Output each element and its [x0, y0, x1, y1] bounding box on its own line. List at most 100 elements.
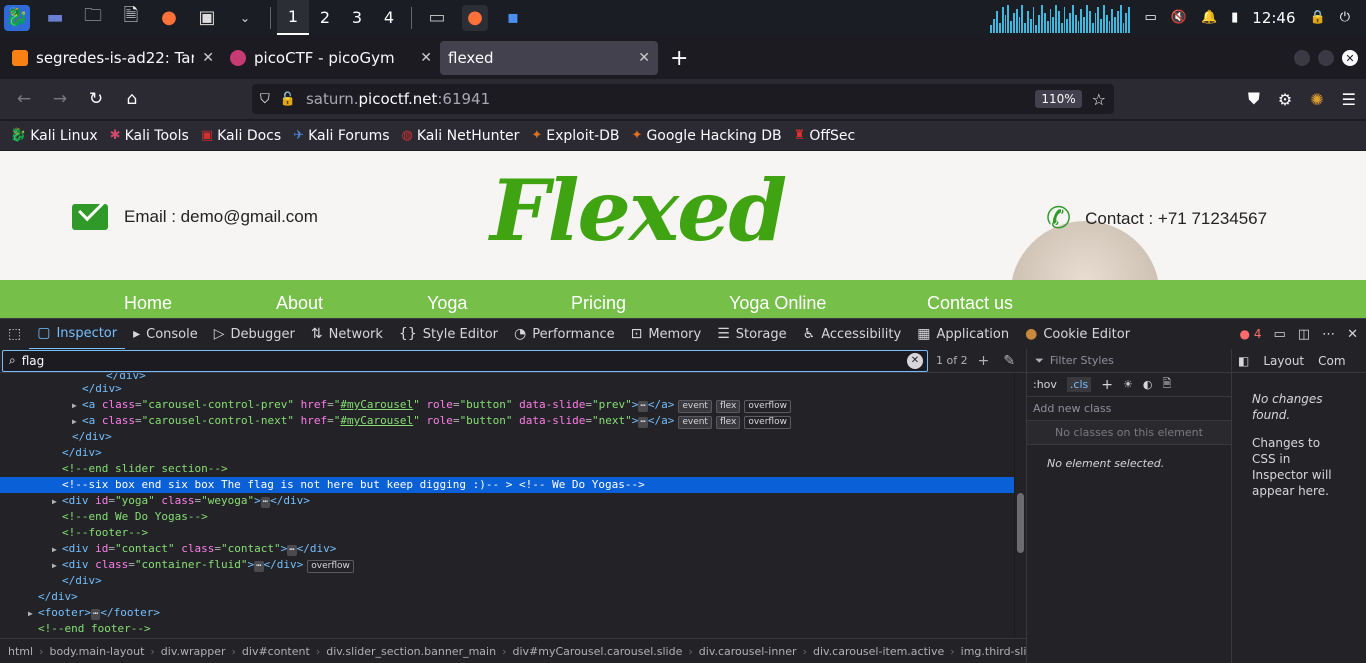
tab-cookie-editor[interactable]: ● Cookie Editor	[1017, 319, 1138, 350]
file-manager-icon[interactable]: 🗀	[80, 5, 106, 31]
tab-computed[interactable]: Com	[1318, 354, 1345, 368]
markup-line[interactable]: ▶ <div id="yoga" class="weyoga"> ⋯ </div>	[0, 493, 1014, 509]
tab-accessibility[interactable]: ♿ Accessibility	[795, 319, 910, 350]
show-desktop-icon[interactable]: ▬	[42, 5, 68, 31]
expand-arrow-icon[interactable]: ▶	[28, 606, 38, 622]
nav-home[interactable]: Home	[124, 293, 172, 314]
tab-storage[interactable]: ☰ Storage	[709, 319, 794, 350]
markup-line[interactable]: <!--end slider section-->	[0, 461, 1014, 477]
url-text[interactable]: saturn.picoctf.net:61941	[306, 90, 490, 108]
bookmark-exploit-db[interactable]: ✦ Exploit-DB	[531, 128, 619, 144]
more-options-icon[interactable]: ⋯	[1322, 327, 1335, 342]
error-count[interactable]: ● 4	[1240, 327, 1262, 341]
ellipsis-icon[interactable]: ⋯	[91, 609, 101, 620]
expand-arrow-icon[interactable]: ▶	[52, 542, 62, 558]
breadcrumb-item[interactable]: div.wrapper	[161, 645, 226, 658]
overflow-badge[interactable]: overflow	[744, 416, 791, 429]
insecure-lock-icon[interactable]: 🔓	[280, 92, 296, 107]
add-node-icon[interactable]: +	[978, 353, 990, 369]
event-badge[interactable]: event	[678, 416, 712, 429]
overflow-badge[interactable]: overflow	[307, 560, 354, 573]
tab-picoctf[interactable]: picoCTF - picoGym ✕	[222, 41, 440, 75]
sidebar-toggle-icon[interactable]: ◧	[1238, 354, 1249, 368]
close-icon[interactable]: ✕	[638, 50, 650, 66]
ellipsis-icon[interactable]: ⋯	[260, 497, 271, 508]
ellipsis-icon[interactable]: ⋯	[638, 417, 648, 428]
breadcrumb-item[interactable]: div.slider_section.banner_main	[326, 645, 496, 658]
firefox-launcher-icon[interactable]: ●	[156, 5, 182, 31]
close-devtools-icon[interactable]: ✕	[1347, 327, 1358, 342]
markup-line-selected[interactable]: <!--six box end six box The flag is not …	[0, 477, 1014, 493]
bookmark-kali-tools[interactable]: ✱ Kali Tools	[110, 128, 189, 144]
back-icon[interactable]: ←	[6, 89, 42, 109]
add-class-input[interactable]: Add new class	[1027, 397, 1231, 421]
bookmark-kali-nethunter[interactable]: ◍ Kali NetHunter	[402, 128, 520, 144]
nav-about[interactable]: About	[276, 293, 323, 314]
tab-style-editor[interactable]: {} Style Editor	[391, 319, 506, 350]
markup-line[interactable]: <!--footer-->	[0, 525, 1014, 541]
nav-yoga-online[interactable]: Yoga Online	[729, 293, 826, 314]
tab-inspector[interactable]: ▢ Inspector	[29, 319, 126, 350]
pocket-icon[interactable]: ⛊	[1248, 89, 1260, 109]
event-badge[interactable]: event	[678, 400, 712, 413]
breadcrumb-item[interactable]: body.main-layout	[49, 645, 144, 658]
display-icon[interactable]: ▭	[1144, 10, 1156, 25]
markup-scrollbar[interactable]	[1015, 373, 1026, 638]
window-button-terminal-icon[interactable]: ▭	[424, 5, 450, 31]
window-button-app-icon[interactable]: ▪	[500, 5, 526, 31]
overflow-badge[interactable]: overflow	[744, 400, 791, 413]
hov-button[interactable]: :hov	[1033, 378, 1057, 391]
forward-icon[interactable]: →	[42, 89, 78, 109]
home-icon[interactable]: ⌂	[114, 89, 150, 109]
reload-icon[interactable]: ↻	[78, 89, 114, 109]
tab-network[interactable]: ⇅ Network	[303, 319, 391, 350]
markup-line[interactable]: </div>	[0, 381, 1014, 397]
shield-icon[interactable]: ⛉	[260, 92, 270, 107]
markup-line[interactable]: ▶ <a class="carousel-control-next" href="…	[0, 413, 1014, 429]
window-button-firefox-icon[interactable]: ●	[462, 4, 488, 31]
ellipsis-icon[interactable]: ⋯	[287, 545, 297, 556]
bell-icon[interactable]: 🔔	[1201, 10, 1217, 25]
lock-icon[interactable]: 🔒	[1310, 10, 1326, 25]
terminal-icon[interactable]: ▣	[194, 5, 220, 31]
close-window-button[interactable]: ✕	[1342, 50, 1358, 66]
tab-layout[interactable]: Layout	[1263, 354, 1304, 368]
workspace-4[interactable]: 4	[373, 8, 405, 27]
site-logo[interactable]: Flexed	[490, 161, 787, 260]
colorful-extension-icon[interactable]: ✺	[1310, 90, 1323, 109]
dock-icon[interactable]: ◫	[1298, 327, 1310, 342]
markup-line[interactable]: </div>	[0, 445, 1014, 461]
print-media-icon[interactable]: 🗎	[1162, 375, 1171, 394]
nav-yoga[interactable]: Yoga	[427, 293, 467, 314]
tab-console[interactable]: ▸ Console	[125, 319, 206, 350]
light-theme-icon[interactable]: ☀	[1123, 378, 1133, 391]
tab-performance[interactable]: ◔ Performance	[506, 319, 623, 350]
chevron-down-icon[interactable]: ⌄	[232, 5, 258, 31]
element-picker-icon[interactable]: ⬚	[0, 319, 29, 350]
battery-icon[interactable]: ▮	[1231, 10, 1238, 25]
breadcrumb-item[interactable]: html	[8, 645, 33, 658]
url-bar[interactable]: ⛉ 🔓 saturn.picoctf.net:61941 110% ☆	[252, 84, 1114, 114]
clear-search-icon[interactable]: ✕	[907, 352, 923, 369]
responsive-design-icon[interactable]: ▭	[1274, 327, 1286, 342]
flex-badge[interactable]: flex	[715, 400, 741, 413]
eyedropper-icon[interactable]: ✎	[1003, 353, 1015, 369]
filter-styles-input[interactable]: ⏷ Filter Styles	[1027, 349, 1231, 373]
markup-line[interactable]: ▶ <footer> ⋯ </footer>	[0, 605, 1014, 621]
markup-line[interactable]: </div>	[0, 429, 1014, 445]
flex-badge[interactable]: flex	[715, 416, 741, 429]
expand-arrow-icon[interactable]: ▶	[52, 558, 62, 574]
breadcrumb-item[interactable]: div.carousel-item.active	[813, 645, 944, 658]
tab-memory[interactable]: ⊡ Memory	[623, 319, 710, 350]
tab-flexed[interactable]: flexed ✕	[440, 41, 658, 75]
add-rule-icon[interactable]: +	[1101, 377, 1113, 393]
zoom-indicator[interactable]: 110%	[1035, 90, 1082, 108]
tab-moodle[interactable]: segredes-is-ad22: Tarea 5 ✕	[4, 41, 222, 75]
breadcrumb-item[interactable]: div#content	[242, 645, 310, 658]
scrollbar-thumb[interactable]	[1017, 493, 1024, 553]
breadcrumb-item[interactable]: div#myCarousel.carousel.slide	[513, 645, 683, 658]
bookmark-star-icon[interactable]: ☆	[1092, 90, 1106, 109]
expand-arrow-icon[interactable]: ▶	[52, 494, 62, 510]
markup-line[interactable]: ▶ <div id="contact" class="contact"> ⋯ </di…	[0, 541, 1014, 557]
power-icon[interactable]: ⏻	[1340, 10, 1350, 25]
